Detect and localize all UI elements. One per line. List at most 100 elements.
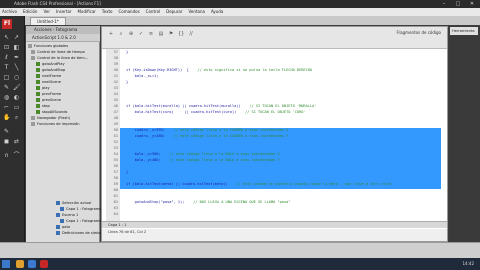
menu-depurar[interactable]: Depurar [166,8,182,16]
paint-bucket-tool-icon[interactable]: ◐ [13,94,20,101]
fill-color-icon[interactable]: ◼ [3,138,10,145]
stroke-color-icon[interactable]: ✎ [3,128,10,135]
code-text: if (Key.isDown(Key.RIGHT)) { [126,68,189,72]
tools-panel: Fl ↖ ↗ ⊡ ◧ ℓ ✒ T ╲ □ ○ ✎ 🖌 ◍ ◐ ⌐ ▭ ✋ ⌕ ✎… [0,16,25,242]
script-tab[interactable]: Capa 1 : 1 [108,223,126,227]
hand-tool-icon[interactable]: ✋ [3,114,10,121]
code-comment: // este código lleva a la BALA a esas co… [169,158,280,162]
folder-icon [28,44,32,48]
folder-icon [31,122,35,126]
function-icon [36,68,40,72]
eyedropper-tool-icon[interactable]: ⌐ [3,104,10,111]
flash-app-window: Adobe Flash CS4 Professional - [Actions … [0,0,480,270]
cursor-position: Línea 76 de 81, Col 2 [108,230,147,234]
folder-icon [31,50,35,54]
function-icon [36,98,40,102]
show-code-hint-icon[interactable]: ▤ [158,31,164,37]
code-snippets-button[interactable]: Fragmentos de código [397,30,441,36]
folder-icon [31,56,35,60]
comment-icon[interactable]: // [188,31,194,37]
actions-panel-tab[interactable]: Acciones - Fotograma [26,26,100,34]
menu-ayuda[interactable]: Ayuda [211,8,223,16]
oval-tool-icon[interactable]: ○ [13,74,20,81]
subselection-tool-icon[interactable]: ↗ [13,34,20,41]
browser-icon[interactable] [28,260,36,268]
code-comment: // este código lleva a la CUADRO a esas … [173,134,289,138]
code-text: if (bala.hitTest(muralla) || cuadro.hitT… [126,104,241,108]
code-text: cuadro._x=392; [126,128,165,132]
close-icon[interactable]: ✕ [468,1,476,7]
tools-dock-label: Herramienta [452,29,475,33]
code-line[interactable]: 64 [106,211,445,217]
pen-tool-icon[interactable]: ✒ [13,54,20,61]
gradient-tool-icon[interactable]: ◧ [13,44,20,51]
window-controls: – □ ✕ [440,1,476,7]
code-text: } [126,80,129,84]
code-text: bala._y=480; [126,158,161,162]
menu-bar: Archivo Edición Ver Insertar Modificar T… [0,8,480,16]
code-comment: // esto sucede en pantalla cuando toque … [236,182,393,186]
flash-taskbar-icon[interactable] [40,260,48,268]
line-number: 64 [106,211,120,217]
taskbar: 14:42 [0,258,480,270]
folder-icon [31,116,35,120]
snap-option-icon[interactable]: ∩ [3,152,10,159]
code-text: } [126,170,129,174]
lasso-tool-icon[interactable]: ℓ [3,54,10,61]
brush-tool-icon[interactable]: 🖌 [13,84,21,91]
window-title: Adobe Flash CS4 Professional - [Actions … [14,1,101,6]
auto-format-icon[interactable]: ≡ [148,31,154,37]
code-comment: // esto significa si se pulsa la tecla F… [197,68,313,72]
insert-target-path-icon[interactable]: ⊕ [128,31,134,37]
menu-texto[interactable]: Texto [102,8,113,16]
code-comment: // este código lleva a la BALA a esas co… [169,152,280,156]
script-editor: + ⌕ ⊕ ✓ ≡ ▤ ⚑ {} // Fragmentos de código… [101,26,448,242]
check-syntax-icon[interactable]: ✓ [138,31,144,37]
menu-ventana[interactable]: Ventana [189,8,205,16]
menu-ver[interactable]: Ver [43,8,50,16]
zoom-tool-icon[interactable]: ⌕ [13,114,20,121]
code-comment: // SI TOCAN EL OBJETO 'MURALLA' [249,104,317,108]
free-transform-tool-icon[interactable]: ⊡ [3,44,10,51]
symbol-icon [56,231,60,235]
menu-edicion[interactable]: Edición [23,8,37,16]
tree-item-printing-functions[interactable]: Funciones de impresión [26,121,100,127]
collapse-braces-icon[interactable]: {} [178,31,184,37]
start-button-icon[interactable] [2,260,10,268]
selection-tool-icon[interactable]: ↖ [3,34,10,41]
swap-colors-icon[interactable]: ⇄ [13,138,20,145]
timeline-strip [0,242,480,258]
menu-insertar[interactable]: Insertar [56,8,72,16]
actionscript-version-select[interactable]: ActionScript 1.0 & 2.0 [26,34,100,42]
text-tool-icon[interactable]: T [3,64,10,71]
find-icon[interactable]: ⌕ [118,31,124,37]
code-comment: // este código lleva a la CUADRO a esas … [173,128,289,132]
minimize-icon[interactable]: – [440,1,448,7]
right-dock: Herramienta [449,26,480,242]
menu-archivo[interactable]: Archivo [2,8,17,16]
menu-comandos[interactable]: Comandos [118,8,139,16]
eraser-tool-icon[interactable]: ▭ [13,104,20,111]
function-icon [36,62,40,66]
flash-logo-icon: Fl [2,19,12,29]
menu-modificar[interactable]: Modificar [78,8,96,16]
code-text: if (bala.hitTest(meta) || cuadro.hitTest… [126,182,228,186]
debug-options-icon[interactable]: ⚑ [168,31,174,37]
tools-dock-tab[interactable]: Herramienta [450,27,478,35]
add-item-icon[interactable]: + [108,31,114,37]
code-text: cuadro._y=480; [126,134,165,138]
rectangle-tool-icon[interactable]: □ [3,74,10,81]
line-tool-icon[interactable]: ╲ [13,64,20,71]
smooth-option-icon[interactable]: ⌒ [13,152,20,159]
code-text: gotoAndStop("pasa", 1); [126,200,185,204]
explorer-icon[interactable] [16,260,24,268]
menu-control[interactable]: Control [146,8,160,16]
function-icon [36,80,40,84]
frame-icon [60,207,64,211]
scene-icon [56,213,60,217]
pencil-tool-icon[interactable]: ✎ [3,84,10,91]
maximize-icon[interactable]: □ [454,1,462,7]
document-tab[interactable]: Untitled-1* [30,17,66,25]
ink-bottle-tool-icon[interactable]: ◍ [3,94,10,101]
code-text: bala._x+=1; [126,74,159,78]
